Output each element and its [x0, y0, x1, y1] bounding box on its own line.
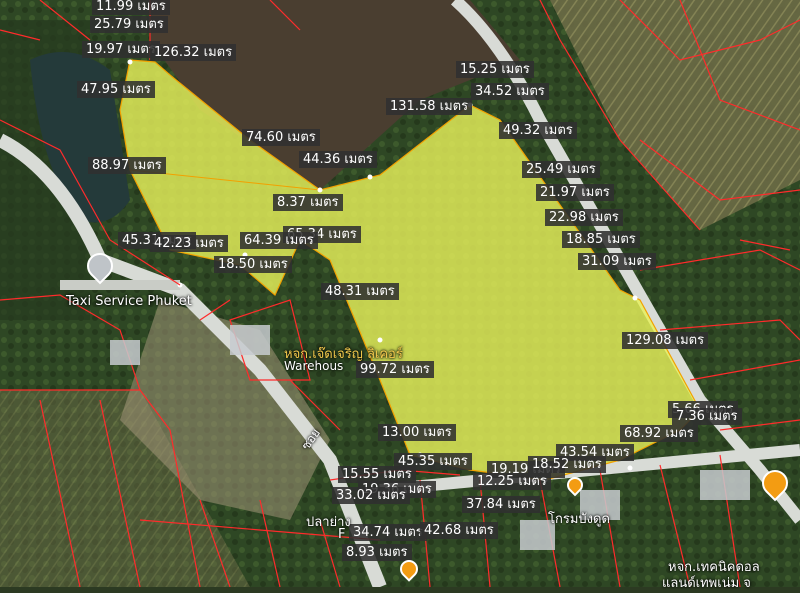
measurement-label: 131.58 เมตร: [386, 98, 473, 115]
measurement-label: 42.23 เมตร: [150, 235, 228, 252]
place-warehouse[interactable]: Warehous: [284, 359, 343, 373]
measurement-label: 8.37 เมตร: [273, 194, 343, 211]
measurement-label: 18.85 เมตร: [562, 231, 640, 248]
measurement-label: 25.49 เมตร: [522, 161, 600, 178]
place-right[interactable]: โกรมบังดูด: [548, 508, 610, 529]
measurement-label: 25.79 เมตร: [90, 16, 168, 33]
place-bottom-right-2[interactable]: แลนด์เทพเน่ม จ: [662, 572, 751, 593]
measurement-label: 47.95 เมตร: [77, 81, 155, 98]
measurement-label: 49.32 เมตร: [499, 122, 577, 139]
measurement-label: 129.08 เมตร: [622, 332, 709, 349]
measurement-label: 88.97 เมตร: [88, 157, 166, 174]
measurement-label: 33.02 เมตร: [332, 487, 410, 504]
measurement-label: 22.98 เมตร: [545, 209, 623, 226]
measurement-label: 18.52 เมตร: [528, 456, 606, 473]
measurement-label: 18.50 เมตร: [214, 256, 292, 273]
measurement-label: 11.99 เมตร: [92, 0, 170, 15]
measurement-label: 31.09 เมตร: [578, 253, 656, 270]
measurement-label: 74.60 เมตร: [242, 129, 320, 146]
measurement-label: 64.39 เมตร: [240, 232, 318, 249]
measurement-label: 37.84 เมตร: [462, 496, 540, 513]
measurement-label: 34.52 เมตร: [471, 83, 549, 100]
measurement-label: 13.00 เมตร: [378, 424, 456, 441]
place-taxi-service[interactable]: Taxi Service Phuket: [66, 294, 192, 309]
measurement-label: 34.74 เมตร: [349, 524, 427, 541]
measurement-label: 48.31 เมตร: [321, 283, 399, 300]
measurement-label: 15.25 เมตร: [456, 61, 534, 78]
measurement-label: 68.92 เมตร: [620, 425, 698, 442]
measurement-label: 19.97 เมตร: [82, 41, 160, 58]
measurement-label: 7.36 เมตร: [672, 408, 742, 425]
measurement-label: 44.36 เมตร: [299, 151, 377, 168]
measurement-label: 42.68 เมตร: [420, 522, 498, 539]
measurement-label: 12.25 เมตร: [473, 473, 551, 490]
measurement-label: 21.97 เมตร: [536, 184, 614, 201]
place-market-suffix: F: [338, 527, 346, 542]
measurement-label: 8.93 เมตร: [342, 544, 412, 561]
measurement-label: 126.32 เมตร: [150, 44, 237, 61]
